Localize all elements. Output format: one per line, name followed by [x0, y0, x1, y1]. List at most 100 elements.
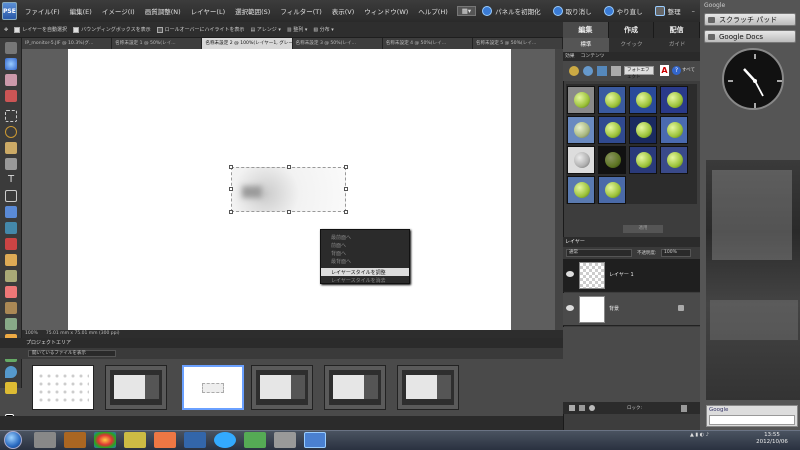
- apply-button[interactable]: 適用: [623, 225, 663, 233]
- effect-thumbnail[interactable]: [660, 146, 688, 174]
- move-tool-icon[interactable]: [5, 42, 17, 54]
- tab-content[interactable]: コンテンツ: [581, 52, 605, 61]
- bin-thumbnail-selected[interactable]: [182, 365, 244, 410]
- layers-panel-header[interactable]: レイヤー: [563, 237, 700, 247]
- project-area-header[interactable]: プロジェクトエリア: [0, 338, 563, 348]
- clock-gadget[interactable]: [722, 48, 784, 110]
- network-app-icon[interactable]: [244, 432, 266, 448]
- doc-tab-2[interactable]: 名称未設定 1 @ 50%(レイ...: [112, 38, 203, 49]
- doc-tab-4[interactable]: 名称未設定 3 @ 50%(レイ...: [292, 38, 383, 49]
- effect-thumbnail[interactable]: [629, 86, 657, 114]
- menu-layer[interactable]: レイヤー(L): [186, 6, 231, 16]
- rollover-checkbox[interactable]: ロールオーバーにハイライトを表示: [156, 26, 244, 33]
- auto-select-checkbox[interactable]: レイヤーを自動選択: [14, 26, 67, 33]
- smart-brush-icon[interactable]: [5, 318, 17, 330]
- google-search-input[interactable]: [709, 415, 795, 425]
- effect-thumbnail[interactable]: [598, 146, 626, 174]
- menu-enhance[interactable]: 画質調整(N): [140, 6, 186, 16]
- trash-icon[interactable]: [681, 405, 687, 412]
- opacity-field[interactable]: 100%: [661, 249, 691, 257]
- align-dropdown[interactable]: ▥ 整列 ▾: [287, 26, 307, 33]
- effect-thumbnail[interactable]: [598, 176, 626, 204]
- photo-effects-icon[interactable]: [597, 66, 607, 76]
- itunes-icon[interactable]: [184, 432, 206, 448]
- new-layer-icon[interactable]: [569, 405, 575, 411]
- blend-mode-dropdown[interactable]: 通常: [566, 249, 632, 257]
- menu-item-send-to-back[interactable]: 最背面へ: [321, 257, 409, 265]
- effect-thumbnail[interactable]: [567, 146, 595, 174]
- doc-tab-6[interactable]: 名称未設定 5 @ 50%(レイ...: [472, 38, 564, 49]
- adjustment-layer-icon[interactable]: [589, 405, 595, 411]
- transform-handle[interactable]: [344, 187, 348, 191]
- marquee-tool-icon[interactable]: [5, 110, 17, 122]
- effect-thumbnail[interactable]: [660, 116, 688, 144]
- eraser-tool-icon[interactable]: [5, 286, 17, 298]
- app-icon[interactable]: [274, 432, 296, 448]
- tab-edit[interactable]: 編集: [563, 22, 609, 38]
- workspace-button[interactable]: ▦▾: [456, 6, 477, 16]
- brush-tool-icon[interactable]: [5, 302, 17, 314]
- effect-thumbnail[interactable]: [598, 86, 626, 114]
- menu-view[interactable]: 表示(V): [327, 6, 360, 16]
- scratch-pad-gadget[interactable]: スクラッチ パッド: [704, 13, 796, 26]
- effects-filter-dropdown[interactable]: すべて: [682, 66, 699, 75]
- straighten-tool-icon[interactable]: [5, 222, 17, 234]
- blur-tool-icon[interactable]: [5, 366, 17, 378]
- undo-button[interactable]: 取り消し: [547, 6, 598, 16]
- organize-button[interactable]: 整理: [649, 6, 687, 16]
- all-effects-icon[interactable]: [611, 66, 621, 76]
- effect-thumbnail[interactable]: [567, 116, 595, 144]
- bin-thumbnail[interactable]: [251, 365, 313, 410]
- taskbar-clock[interactable]: 13:55 2012/10/06: [748, 432, 796, 446]
- type-tool-icon[interactable]: T: [5, 174, 17, 186]
- bin-thumbnail[interactable]: [105, 365, 167, 410]
- media-player-icon[interactable]: [64, 432, 86, 448]
- menu-item-bring-to-front[interactable]: 最前面へ: [321, 233, 409, 241]
- effect-thumbnail[interactable]: [629, 116, 657, 144]
- tab-full[interactable]: 標準: [563, 38, 609, 52]
- system-tray[interactable]: ▲ ▮ ◐ ♪: [690, 432, 709, 438]
- transform-handle[interactable]: [229, 210, 233, 214]
- clone-stamp-icon[interactable]: [5, 270, 17, 282]
- doc-tab-3[interactable]: 名称未設定 2 @ 100%(レイヤー1, グレー/8): [202, 38, 293, 49]
- layer-row[interactable]: 背景: [563, 293, 700, 326]
- explorer-icon[interactable]: [124, 432, 146, 448]
- transform-handle[interactable]: [344, 210, 348, 214]
- zoom-tool-icon[interactable]: [5, 58, 17, 70]
- menu-edit[interactable]: 編集(E): [65, 6, 97, 16]
- effect-thumbnail[interactable]: [567, 176, 595, 204]
- vertical-scrollbar[interactable]: [555, 49, 563, 330]
- tab-create[interactable]: 作成: [608, 22, 655, 38]
- lasso-tool-icon[interactable]: [5, 126, 17, 138]
- cookie-cutter-icon[interactable]: [5, 206, 17, 218]
- red-eye-tool-icon[interactable]: [5, 238, 17, 250]
- photoshop-elements-icon[interactable]: [304, 432, 326, 448]
- transform-handle[interactable]: [344, 165, 348, 169]
- layer-content[interactable]: [229, 165, 348, 214]
- healing-brush-icon[interactable]: [5, 254, 17, 266]
- google-docs-gadget[interactable]: Google Docs: [704, 30, 796, 43]
- filters-icon[interactable]: [569, 66, 579, 76]
- sponge-tool-icon[interactable]: [5, 382, 17, 394]
- menu-item-adjust-layer-style[interactable]: レイヤースタイルを調整: [321, 268, 409, 276]
- transform-handle[interactable]: [287, 210, 291, 214]
- effects-category-dropdown[interactable]: フォトエフェクト: [624, 66, 654, 80]
- menu-item-send-backward[interactable]: 背面へ: [321, 249, 409, 257]
- menu-select[interactable]: 選択範囲(S): [230, 6, 275, 16]
- zoom-level[interactable]: 100%: [25, 330, 38, 338]
- eyedropper-tool-icon[interactable]: [5, 90, 17, 102]
- new-group-icon[interactable]: [579, 405, 585, 411]
- tab-quick[interactable]: クイック: [609, 38, 655, 52]
- bin-thumbnail[interactable]: [397, 365, 459, 410]
- doc-tab-1[interactable]: IP_monitor-5.JIF @ 10.3%(グ...: [22, 38, 113, 49]
- layer-row-selected[interactable]: レイヤー 1: [563, 259, 700, 292]
- bounding-box-checkbox[interactable]: バウンディングボックスを表示: [73, 26, 151, 33]
- tab-effects[interactable]: 効果: [565, 52, 575, 61]
- hand-tool-icon[interactable]: [5, 74, 17, 86]
- help-icon[interactable]: ?: [672, 66, 681, 75]
- bin-thumbnail[interactable]: [32, 365, 94, 410]
- tab-share[interactable]: 配信: [654, 22, 701, 38]
- transform-handle[interactable]: [229, 165, 233, 169]
- reset-panels-button[interactable]: パネルを初期化: [476, 6, 547, 16]
- redo-button[interactable]: やり直し: [598, 6, 649, 16]
